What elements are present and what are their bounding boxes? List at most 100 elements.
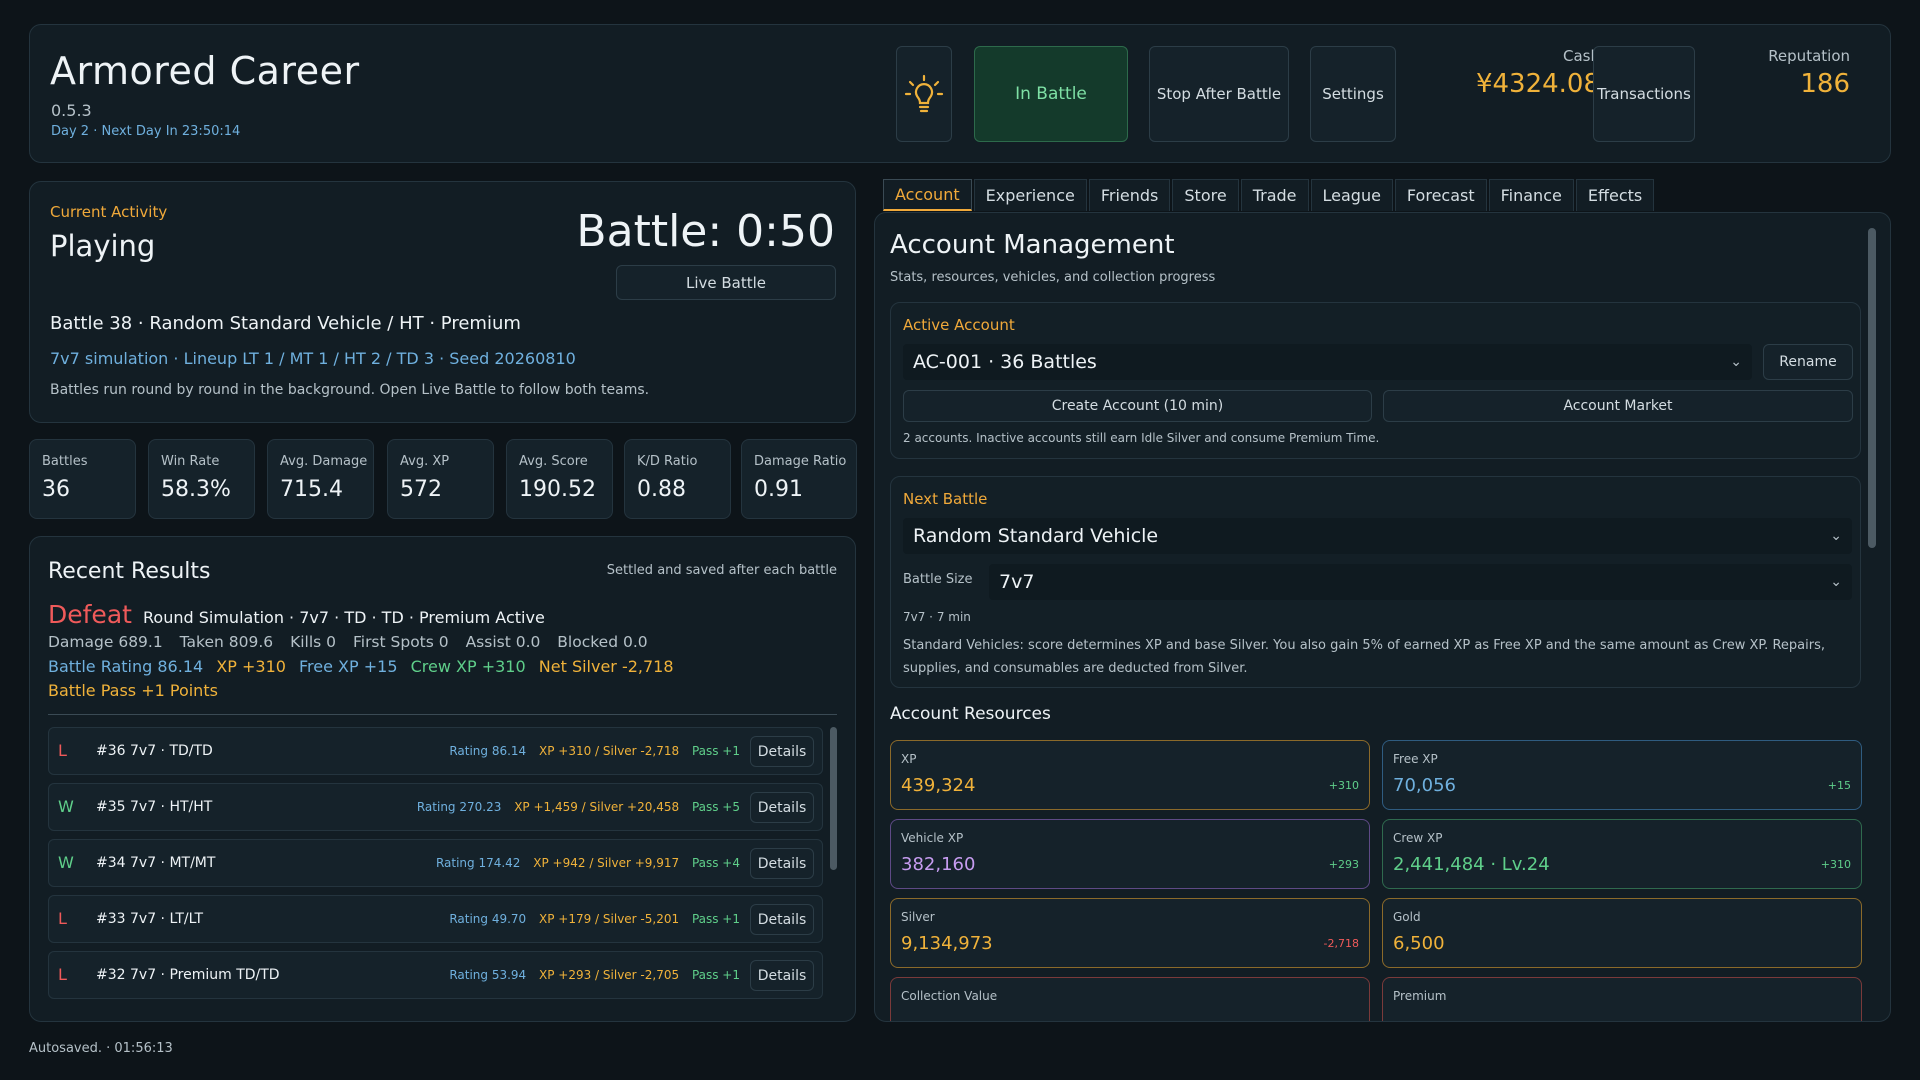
result-row: W #35 7v7 · HT/HT Rating 270.23 XP +1,45… xyxy=(48,783,823,831)
stat-win-rate: Win Rate 58.3% xyxy=(148,439,255,519)
app-title: Armored Career xyxy=(50,49,360,93)
last-blocked: Blocked 0.0 xyxy=(557,633,648,651)
settings-button[interactable]: Settings xyxy=(1310,46,1396,142)
reputation-label: Reputation xyxy=(1768,47,1850,65)
battle-size-select[interactable]: 7v7 ⌄ xyxy=(989,564,1852,600)
cash-value: ¥4324.08 xyxy=(1475,69,1600,99)
active-account-select[interactable]: AC-001 · 36 Battles ⌄ xyxy=(903,344,1752,380)
result-title: #32 7v7 · Premium TD/TD xyxy=(96,967,280,983)
battle-simulation-info: 7v7 simulation · Lineup LT 1 / MT 1 / HT… xyxy=(50,349,576,368)
activity-status: Playing xyxy=(50,229,156,263)
result-pass: Pass +1 xyxy=(691,912,740,926)
next-battle-label: Next Battle xyxy=(903,490,988,508)
result-stats: Rating 53.94 XP +293 / Silver -2,705 Pas… xyxy=(440,968,740,982)
stat-value: 0.91 xyxy=(754,477,803,502)
resource-label: Crew XP xyxy=(1393,831,1443,845)
chevron-down-icon: ⌄ xyxy=(1730,354,1742,370)
recent-results-title: Recent Results xyxy=(48,559,211,584)
resource-value: 2,441,484 · Lv.24 xyxy=(1393,854,1550,875)
result-xp-silver: XP +942 / Silver +9,917 xyxy=(533,856,680,870)
account-panel: Account Management Stats, resources, veh… xyxy=(874,212,1891,1022)
day-countdown: Day 2 · Next Day In 23:50:14 xyxy=(51,124,241,139)
current-activity-panel: Current Activity Playing Battle: 0:50 Li… xyxy=(29,181,856,423)
result-rating: Rating 174.42 xyxy=(435,856,521,870)
resource-xp: XP 439,324 +310 xyxy=(890,740,1370,810)
result-pass: Pass +4 xyxy=(691,856,740,870)
tab-store[interactable]: Store xyxy=(1172,179,1239,211)
active-account-value: AC-001 · 36 Battles xyxy=(913,351,1097,373)
in-battle-button[interactable]: In Battle xyxy=(974,46,1128,142)
tab-league[interactable]: League xyxy=(1310,179,1393,211)
account-title: Account Management xyxy=(890,230,1175,260)
lightbulb-icon xyxy=(904,74,944,113)
stat-damage-ratio: Damage Ratio 0.91 xyxy=(741,439,857,519)
stat-avg-score: Avg. Score 190.52 xyxy=(506,439,613,519)
last-xp: XP +310 xyxy=(216,657,286,676)
result-outcome: L xyxy=(58,741,67,760)
result-title: #36 7v7 · TD/TD xyxy=(96,743,213,759)
last-rewards: Battle Rating 86.14 XP +310 Free XP +15 … xyxy=(48,657,682,676)
result-row: L #33 7v7 · LT/LT Rating 49.70 XP +179 /… xyxy=(48,895,823,943)
resource-delta: +15 xyxy=(1827,779,1851,792)
tab-trade[interactable]: Trade xyxy=(1240,179,1309,211)
result-rating: Rating 270.23 xyxy=(416,800,502,814)
details-button[interactable]: Details xyxy=(750,848,814,879)
tab-effects[interactable]: Effects xyxy=(1575,179,1655,211)
resource-delta: +293 xyxy=(1328,858,1359,871)
result-title: #35 7v7 · HT/HT xyxy=(96,799,213,815)
account-market-button[interactable]: Account Market xyxy=(1383,390,1853,422)
last-battle-pass: Battle Pass +1 Points xyxy=(48,681,218,700)
header-panel: Armored Career 0.5.3 Day 2 · Next Day In… xyxy=(29,24,1891,163)
details-button[interactable]: Details xyxy=(750,792,814,823)
tab-friends[interactable]: Friends xyxy=(1088,179,1171,211)
live-battle-button[interactable]: Live Battle xyxy=(616,265,836,300)
activity-label: Current Activity xyxy=(50,203,168,221)
rename-button[interactable]: Rename xyxy=(1763,344,1853,380)
resource-collection-value: Collection Value xyxy=(890,977,1370,1021)
stat-value: 0.88 xyxy=(637,477,686,502)
last-kills: Kills 0 xyxy=(290,633,337,651)
active-account-section: Active Account AC-001 · 36 Battles ⌄ Ren… xyxy=(890,302,1861,459)
tab-finance[interactable]: Finance xyxy=(1488,179,1574,211)
stat-value: 715.4 xyxy=(280,477,343,502)
stat-value: 58.3% xyxy=(161,477,231,502)
create-account-button[interactable]: Create Account (10 min) xyxy=(903,390,1372,422)
stat-label: Avg. XP xyxy=(400,454,450,469)
tab-experience[interactable]: Experience xyxy=(973,179,1087,211)
result-outcome: L xyxy=(58,909,67,928)
resource-delta: -2,718 xyxy=(1323,937,1359,950)
resource-vehicle-xp: Vehicle XP 382,160 +293 xyxy=(890,819,1370,889)
resource-free-xp: Free XP 70,056 +15 xyxy=(1382,740,1862,810)
tab-forecast[interactable]: Forecast xyxy=(1394,179,1487,211)
result-row: L #36 7v7 · TD/TD Rating 86.14 XP +310 /… xyxy=(48,727,823,775)
last-net-silver: Net Silver -2,718 xyxy=(538,657,674,676)
tab-account[interactable]: Account xyxy=(883,179,972,211)
hint-button[interactable] xyxy=(896,46,952,142)
next-battle-select[interactable]: Random Standard Vehicle ⌄ xyxy=(903,518,1852,554)
result-outcome: W xyxy=(58,797,74,816)
details-button[interactable]: Details xyxy=(750,736,814,767)
result-title: #34 7v7 · MT/MT xyxy=(96,855,216,871)
resource-premium: Premium xyxy=(1382,977,1862,1021)
resource-silver: Silver 9,134,973 -2,718 xyxy=(890,898,1370,968)
reputation-value: 186 xyxy=(1800,69,1850,99)
transactions-button[interactable]: Transactions xyxy=(1593,46,1695,142)
stat-value: 190.52 xyxy=(519,477,596,502)
resource-value: 382,160 xyxy=(901,854,976,875)
details-button[interactable]: Details xyxy=(750,960,814,991)
details-button[interactable]: Details xyxy=(750,904,814,935)
stat-label: Battles xyxy=(42,454,88,469)
result-xp-silver: XP +310 / Silver -2,718 xyxy=(539,744,680,758)
stat-label: Avg. Damage xyxy=(280,454,368,469)
last-result-header: Defeat Round Simulation · 7v7 · TD · TD … xyxy=(48,600,545,629)
result-rating: Rating 53.94 xyxy=(449,968,527,982)
account-scrollbar[interactable] xyxy=(1868,228,1876,548)
resource-label: Silver xyxy=(901,910,935,924)
resource-label: Premium xyxy=(1393,989,1447,1003)
result-stats: Rating 270.23 XP +1,459 / Silver +20,458… xyxy=(408,800,740,814)
results-scrollbar[interactable] xyxy=(830,727,837,870)
stat-kd-ratio: K/D Ratio 0.88 xyxy=(624,439,731,519)
active-account-label: Active Account xyxy=(903,316,1015,334)
battle-note: Battles run round by round in the backgr… xyxy=(50,382,650,398)
stop-after-battle-button[interactable]: Stop After Battle xyxy=(1149,46,1289,142)
